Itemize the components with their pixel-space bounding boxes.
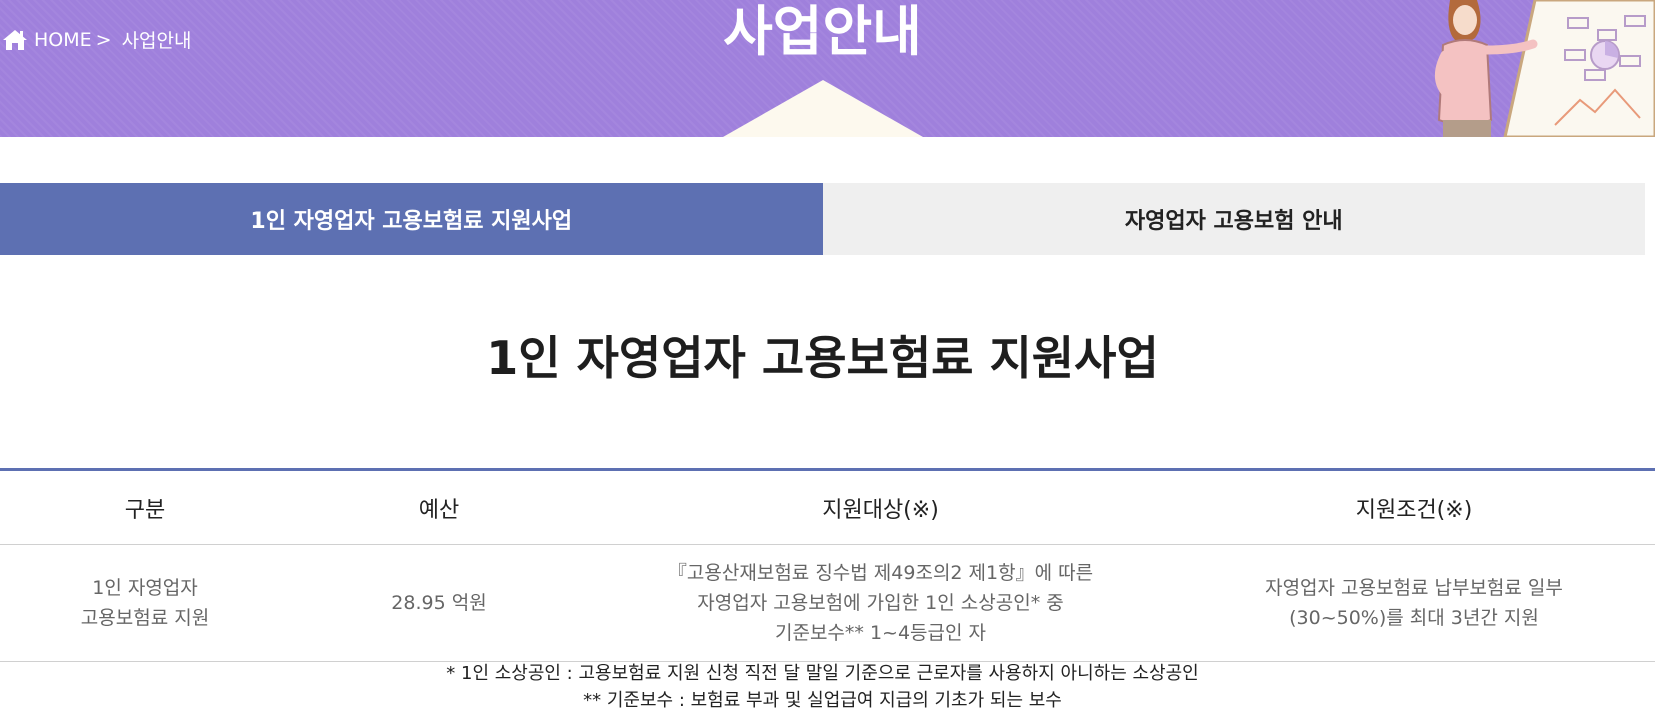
category-text: 1인 자영업자 고용보험료 지원 [80,577,210,629]
condition-text: 자영업자 고용보험료 납부보험료 일부 (30~50%)를 최대 3년간 지원 [1265,577,1563,629]
table-row: 1인 자영업자 고용보험료 지원 28.95 억원 『고용산재보험료 징수법 제… [0,545,1655,662]
page-title: 1인 자영업자 고용보험료 지원사업 [486,331,1159,385]
program-table: 구분 예산 지원대상(※) 지원조건(※) 1인 자영업자 고용보험료 지원 2… [0,468,1655,662]
chart-board-icon [1503,0,1655,137]
presenter-illustration [1434,0,1655,137]
banner-triangle-decoration [723,80,923,137]
table-header-target: 지원대상(※) [822,497,939,523]
target-text: 『고용산재보험료 징수법 제49조의2 제1항』에 따른 자영업자 고용보험에 … [667,562,1094,644]
table-cell-target: 『고용산재보험료 징수법 제49조의2 제1항』에 따른 자영업자 고용보험에 … [588,545,1173,661]
footnotes: * 1인 소상공인 : 고용보험료 지원 신청 직전 달 말일 기준으로 근로자… [0,660,1645,714]
table-cell-condition: 자영업자 고용보험료 납부보험료 일부 (30~50%)를 최대 3년간 지원 [1173,545,1655,661]
table-header-category: 구분 [124,497,166,523]
table-cell-category: 1인 자영업자 고용보험료 지원 [0,545,290,661]
table-header-row: 구분 예산 지원대상(※) 지원조건(※) [0,471,1655,545]
table-cell-budget: 28.95 억원 [290,545,588,661]
page-banner: HOME > 사업안내 사업안내 [0,0,1655,137]
footnote-small-business: * 1인 소상공인 : 고용보험료 지원 신청 직전 달 말일 기준으로 근로자… [446,663,1199,684]
tab-self-employed-support[interactable]: 1인 자영업자 고용보험료 지원사업 [0,183,823,255]
footnote-base-pay: ** 기준보수 : 보험료 부과 및 실업급여 지급의 기초가 되는 보수 [583,690,1062,711]
tab-self-employed-insurance-guide[interactable]: 자영업자 고용보험 안내 [822,183,1645,255]
tab-bar: 1인 자영업자 고용보험료 지원사업 자영업자 고용보험 안내 [0,183,1645,255]
table-header-condition: 지원조건(※) [1355,497,1473,523]
banner-title: 사업안내 [723,0,922,63]
table-header-budget: 예산 [418,497,460,523]
budget-text: 28.95 억원 [391,592,487,614]
